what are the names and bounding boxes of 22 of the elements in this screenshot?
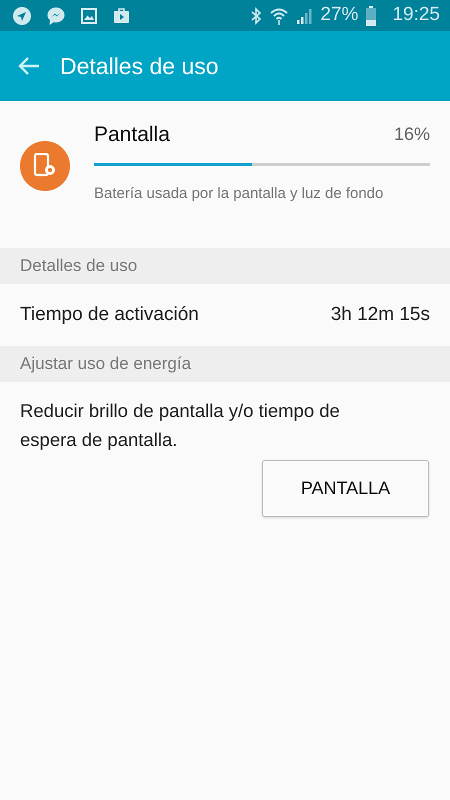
store-bag-icon xyxy=(113,7,130,24)
usage-description: Batería usada por la pantalla y luz de fondo xyxy=(94,184,384,204)
screen-settings-button[interactable]: PANTALLA xyxy=(262,460,429,517)
battery-percentage: 27% xyxy=(320,3,358,28)
bluetooth-icon xyxy=(250,6,262,24)
clock: 19:25 xyxy=(392,3,440,28)
signal-icon xyxy=(296,8,312,24)
phone-gear-icon xyxy=(33,153,57,179)
battery-icon xyxy=(366,6,376,26)
usage-percentage: 16% xyxy=(394,123,430,146)
navigation-icon xyxy=(13,6,31,24)
action-description: Reducir brillo de pantalla y/o tiempo de espera de pantalla. xyxy=(19,399,341,452)
row-value: 3h 12m 15s xyxy=(330,302,430,327)
messenger-icon xyxy=(47,6,65,24)
screen-title: Detalles de uso xyxy=(60,52,219,81)
image-icon xyxy=(81,8,97,24)
usage-name: Pantalla xyxy=(94,122,170,148)
section-header: Ajustar uso de energía xyxy=(0,346,450,382)
row-label: Tiempo de activación xyxy=(20,302,199,327)
section-header: Detalles de uso xyxy=(0,248,450,284)
back-arrow-icon[interactable] xyxy=(18,56,40,76)
wifi-icon xyxy=(270,6,288,24)
